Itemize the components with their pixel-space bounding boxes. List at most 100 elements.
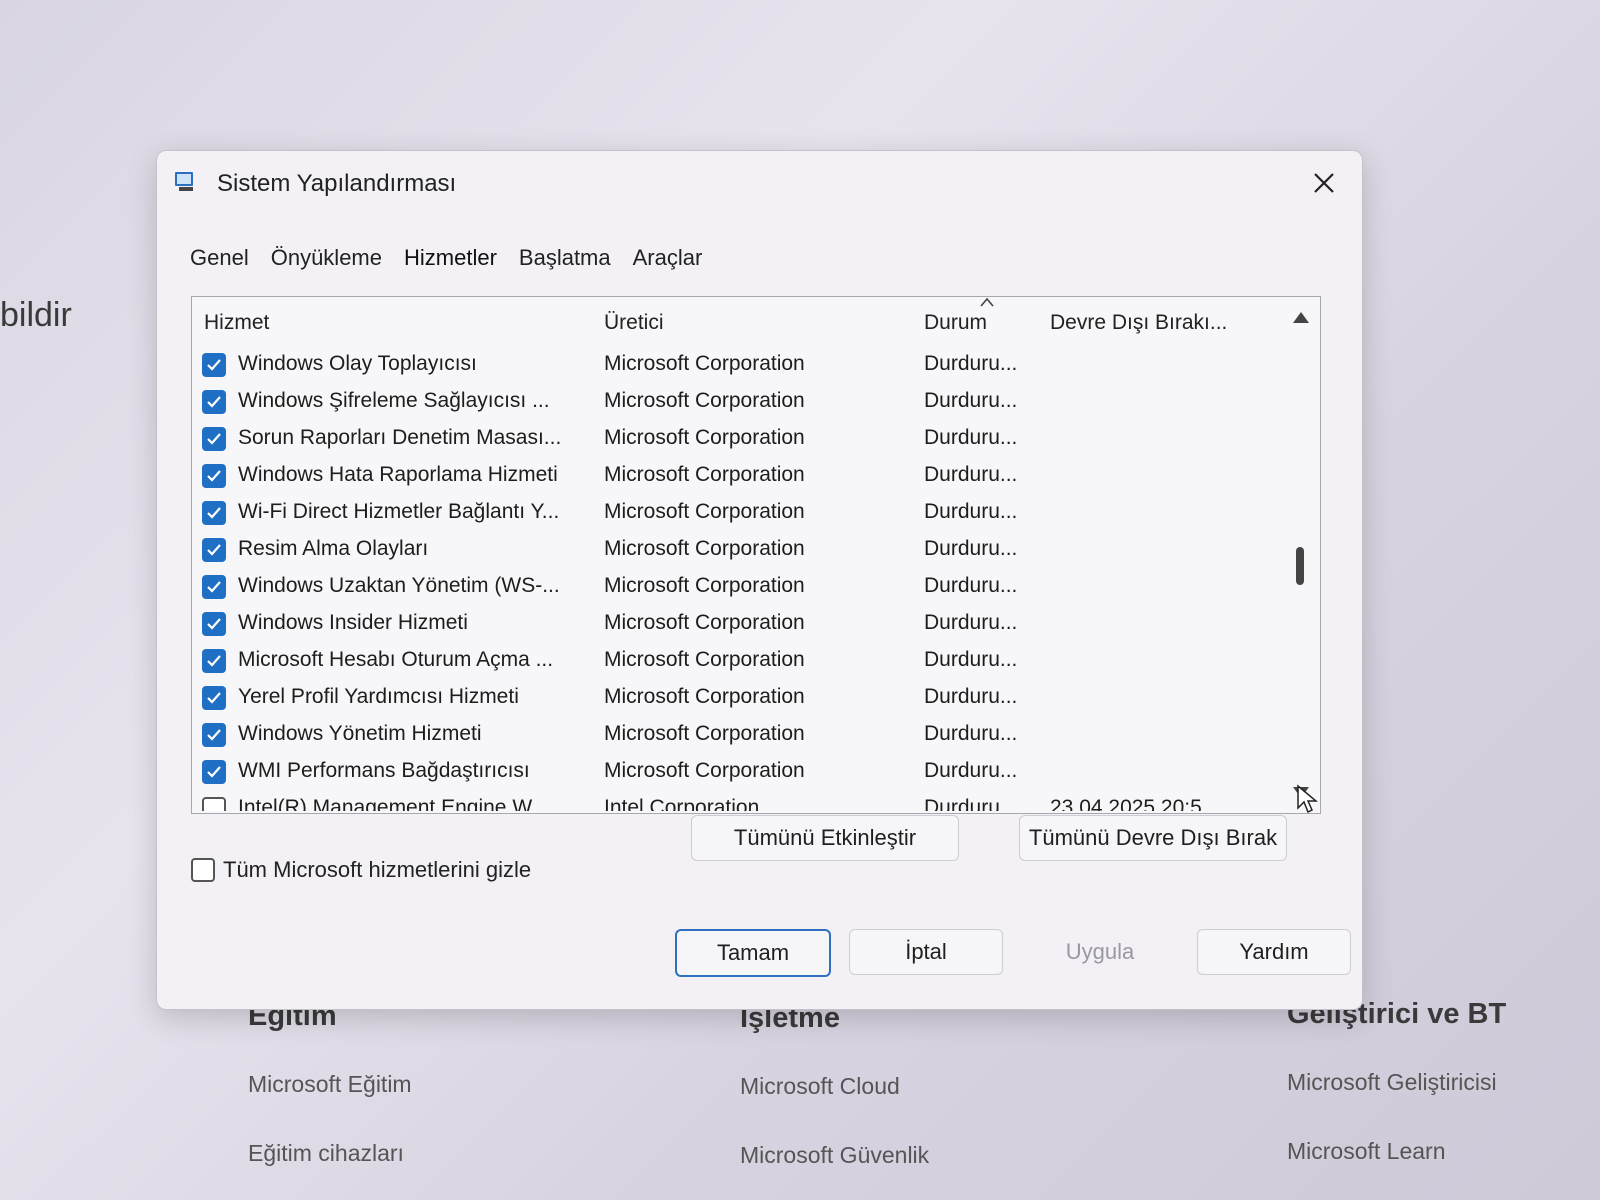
checkmark-icon: [207, 766, 221, 778]
title-bar[interactable]: Sistem Yapılandırması: [157, 151, 1362, 215]
msconfig-app-icon: [175, 172, 193, 191]
service-status: Durduru...: [924, 574, 1018, 597]
bg-link[interactable]: Microsoft Eğitim: [248, 1071, 412, 1098]
service-manufacturer: Microsoft Corporation: [604, 500, 805, 523]
service-name: Windows Uzaktan Yönetim (WS-...: [238, 574, 560, 597]
help-button[interactable]: Yardım: [1197, 929, 1351, 975]
service-checkbox[interactable]: [202, 427, 226, 451]
service-checkbox[interactable]: [202, 538, 226, 562]
service-checkbox[interactable]: [202, 501, 226, 525]
service-checkbox[interactable]: [202, 575, 226, 599]
service-checkbox[interactable]: [202, 612, 226, 636]
service-manufacturer: Microsoft Corporation: [604, 648, 805, 671]
service-status: Durduru...: [924, 722, 1018, 745]
bg-link[interactable]: Microsoft Geliştiricisi: [1287, 1069, 1506, 1096]
service-status: Durduru...: [924, 352, 1018, 375]
enable-all-button[interactable]: Tümünü Etkinleştir: [691, 815, 959, 861]
sort-ascending-icon: [980, 297, 994, 307]
bg-link[interactable]: Microsoft Güvenlik: [740, 1142, 929, 1169]
checkmark-icon: [207, 470, 221, 482]
tab-tools[interactable]: Araçlar: [622, 241, 714, 275]
scrollbar-thumb[interactable]: [1296, 547, 1304, 585]
bg-link[interactable]: Eğitim cihazları: [248, 1140, 412, 1167]
service-name: Wi-Fi Direct Hizmetler Bağlantı Y...: [238, 500, 560, 523]
checkmark-icon: [207, 544, 221, 556]
service-checkbox[interactable]: [202, 686, 226, 710]
tab-strip: Genel Önyükleme Hizmetler Başlatma Araçl…: [179, 241, 713, 275]
service-checkbox[interactable]: [202, 649, 226, 673]
column-header-service[interactable]: Hizmet: [204, 311, 269, 335]
table-row[interactable]: Windows Uzaktan Yönetim (WS-... Microsoft…: [192, 569, 1280, 606]
close-button[interactable]: [1304, 165, 1344, 201]
table-row[interactable]: Sorun Raporları Denetim Masası... Microso…: [192, 421, 1280, 458]
column-header-manufacturer[interactable]: Üretici: [604, 311, 664, 335]
ok-button[interactable]: Tamam: [675, 929, 831, 977]
bg-link[interactable]: Microsoft Learn: [1287, 1138, 1506, 1165]
service-manufacturer: Microsoft Corporation: [604, 389, 805, 412]
system-configuration-dialog: Sistem Yapılandırması Genel Önyükleme Hi…: [156, 150, 1363, 1010]
service-manufacturer: Microsoft Corporation: [604, 537, 805, 560]
background-edge-text: bildir: [0, 296, 72, 334]
checkmark-icon: [207, 396, 221, 408]
service-checkbox[interactable]: [202, 723, 226, 747]
service-checkbox[interactable]: [202, 464, 226, 488]
service-checkbox[interactable]: [202, 760, 226, 784]
table-row[interactable]: Resim Alma Olayları Microsoft Corporation…: [192, 532, 1280, 569]
mouse-pointer-icon: [1297, 784, 1318, 814]
dialog-title: Sistem Yapılandırması: [217, 170, 457, 197]
tab-general[interactable]: Genel: [179, 241, 260, 275]
tab-services[interactable]: Hizmetler: [393, 241, 508, 275]
checkmark-icon: [207, 581, 221, 593]
bg-column-education: Eğitim Microsoft Eğitim Eğitim cihazları: [248, 1000, 412, 1167]
column-header-date-disabled[interactable]: Devre Dışı Bırakı...: [1050, 311, 1227, 335]
scroll-up-icon[interactable]: [1291, 309, 1311, 325]
table-row[interactable]: Yerel Profil Yardımcısı Hizmeti Microsoft…: [192, 680, 1280, 717]
cancel-button[interactable]: İptal: [849, 929, 1003, 975]
tab-startup[interactable]: Başlatma: [508, 241, 622, 275]
service-checkbox[interactable]: [202, 390, 226, 414]
service-name: WMI Performans Bağdaştırıcısı: [238, 759, 530, 782]
service-status: Durduru...: [924, 796, 1018, 811]
vertical-scrollbar[interactable]: [1282, 297, 1320, 813]
bg-column-business: İşletme Microsoft Cloud Microsoft Güvenl…: [740, 1002, 929, 1169]
column-header-status[interactable]: Durum: [924, 311, 987, 335]
table-row[interactable]: Windows Hata Raporlama Hizmeti Microsoft …: [192, 458, 1280, 495]
service-status: Durduru...: [924, 463, 1018, 486]
table-row[interactable]: Windows Yönetim Hizmeti Microsoft Corpora…: [192, 717, 1280, 754]
service-manufacturer: Microsoft Corporation: [604, 574, 805, 597]
hide-microsoft-services-checkbox[interactable]: Tüm Microsoft hizmetlerini gizle: [191, 857, 531, 883]
disable-all-button[interactable]: Tümünü Devre Dışı Bırak: [1019, 815, 1287, 861]
services-list: Hizmet Üretici Durum Devre Dışı Bırakı..…: [191, 296, 1321, 814]
service-status: Durduru...: [924, 759, 1018, 782]
table-row[interactable]: Intel(R) Management Engine W... Intel Cor…: [192, 791, 1280, 811]
table-row[interactable]: Windows Insider Hizmeti Microsoft Corpora…: [192, 606, 1280, 643]
apply-button[interactable]: Uygula: [1023, 929, 1177, 975]
service-name: Intel(R) Management Engine W...: [238, 796, 549, 811]
service-name: Windows Yönetim Hizmeti: [238, 722, 482, 745]
checkmark-icon: [207, 655, 221, 667]
checkmark-icon: [207, 433, 221, 445]
checkmark-icon: [207, 692, 221, 704]
tab-boot[interactable]: Önyükleme: [260, 241, 393, 275]
checkbox-box[interactable]: [191, 858, 215, 882]
service-name: Sorun Raporları Denetim Masası...: [238, 426, 562, 449]
table-row[interactable]: Wi-Fi Direct Hizmetler Bağlantı Y... Micr…: [192, 495, 1280, 532]
table-row[interactable]: Windows Olay Toplayıcısı Microsoft Corpor…: [192, 347, 1280, 384]
service-manufacturer: Microsoft Corporation: [604, 352, 805, 375]
service-manufacturer: Intel Corporation: [604, 796, 760, 811]
service-name: Resim Alma Olayları: [238, 537, 429, 560]
table-row[interactable]: WMI Performans Bağdaştırıcısı Microsoft C…: [192, 754, 1280, 791]
service-status: Durduru...: [924, 685, 1018, 708]
service-manufacturer: Microsoft Corporation: [604, 611, 805, 634]
service-checkbox[interactable]: [202, 797, 226, 811]
service-date-disabled: 23.04.2025 20:5...: [1050, 796, 1220, 811]
table-row[interactable]: Microsoft Hesabı Oturum Açma ... Microsof…: [192, 643, 1280, 680]
service-status: Durduru...: [924, 389, 1018, 412]
service-status: Durduru...: [924, 500, 1018, 523]
bg-link[interactable]: Microsoft Cloud: [740, 1073, 929, 1100]
bg-column-developer: Geliştirici ve BT Microsoft Geliştiricis…: [1287, 998, 1506, 1165]
service-manufacturer: Microsoft Corporation: [604, 685, 805, 708]
table-row[interactable]: Windows Şifreleme Sağlayıcısı ... Microso…: [192, 384, 1280, 421]
service-checkbox[interactable]: [202, 353, 226, 377]
service-name: Windows Hata Raporlama Hizmeti: [238, 463, 558, 486]
